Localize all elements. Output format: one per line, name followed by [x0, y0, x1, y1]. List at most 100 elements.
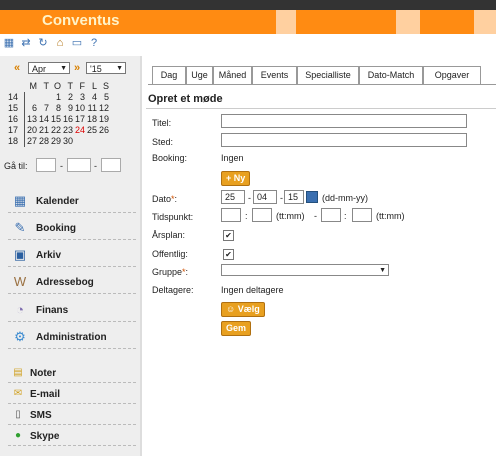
calendar-day[interactable]: 21 — [37, 125, 49, 136]
calendar-day[interactable]: 3 — [73, 92, 85, 103]
calendar-day[interactable]: 28 — [37, 136, 49, 147]
start-hour-input[interactable] — [221, 208, 241, 222]
users-icon: ☺ — [226, 304, 236, 314]
calendar-day[interactable]: 30 — [61, 136, 73, 147]
calendar-day[interactable]: 2 — [61, 92, 73, 103]
calendar-day[interactable]: 29 — [49, 136, 61, 147]
goto-month-input[interactable] — [67, 158, 91, 172]
nav-item-skype[interactable]: ● Skype — [8, 427, 136, 446]
nav-item-adressebog[interactable]: W Adressebog — [8, 271, 136, 294]
calendar-day[interactable]: 12 — [97, 103, 109, 114]
calendar-day[interactable]: 8 — [49, 103, 61, 114]
calendar-day[interactable]: 11 — [85, 103, 97, 114]
calendar-grid-icon[interactable]: ▦ — [2, 36, 16, 50]
tab-uge[interactable]: Uge — [186, 66, 213, 84]
calendar-day[interactable] — [37, 92, 49, 103]
calendar-day[interactable]: 1 — [49, 92, 61, 103]
monitor-icon[interactable]: ▭ — [70, 36, 84, 50]
weekday-label: T — [67, 81, 74, 91]
dato-label: Dato*: — [152, 194, 178, 204]
tab-opgaver[interactable]: Opgaver — [423, 66, 481, 84]
calendar-day[interactable] — [85, 136, 97, 147]
calendar-day[interactable]: 20 — [24, 125, 37, 136]
calendar-day[interactable]: 26 — [97, 125, 109, 136]
calendar-day[interactable]: 6 — [24, 103, 37, 114]
calendar-icon: ▦ — [13, 193, 27, 208]
calendar-day[interactable]: 4 — [85, 92, 97, 103]
nav-item-kalender[interactable]: ▦ Kalender — [8, 190, 136, 213]
calendar-day[interactable] — [24, 92, 37, 103]
datepicker-icon[interactable] — [306, 191, 318, 203]
calendar-day[interactable]: 9 — [61, 103, 73, 114]
calendar-day[interactable]: 5 — [97, 92, 109, 103]
calendar-day[interactable]: 14 — [37, 114, 49, 125]
nav-item-noter[interactable]: ▤ Noter — [8, 364, 136, 383]
calendar-day[interactable]: 25 — [85, 125, 97, 136]
tab-dato-match[interactable]: Dato-Match — [359, 66, 423, 84]
ny-button-label: Ny — [233, 173, 246, 183]
calendar-day-today[interactable]: 24 — [73, 125, 85, 136]
offentlig-checkbox[interactable]: ✔ — [223, 249, 234, 260]
dato-year-input[interactable]: 15 — [284, 190, 304, 204]
next-month-button[interactable]: » — [74, 62, 80, 74]
nav-item-administration[interactable]: ⚙ Administration — [8, 326, 136, 349]
end-hour-input[interactable] — [321, 208, 341, 222]
week-number[interactable]: 14 — [8, 92, 25, 103]
calendar-day[interactable]: 17 — [73, 114, 85, 125]
end-minute-input[interactable] — [352, 208, 372, 222]
calendar-day[interactable]: 23 — [61, 125, 73, 136]
gem-button[interactable]: Gem — [221, 321, 252, 336]
nav-item-sms[interactable]: ▯ SMS — [8, 406, 136, 425]
week-number[interactable]: 18 — [8, 136, 25, 147]
tab-events[interactable]: Events — [252, 66, 297, 84]
sidebar-divider — [140, 56, 142, 456]
calendar-day[interactable] — [73, 136, 85, 147]
aarsplan-checkbox[interactable]: ✔ — [223, 230, 234, 241]
weekday-label: M — [29, 81, 38, 91]
sted-input[interactable] — [221, 133, 467, 147]
required-mark: * — [171, 194, 175, 204]
help-icon[interactable]: ? — [87, 36, 101, 50]
nav-item-arkiv[interactable]: ▣ Arkiv — [8, 244, 136, 267]
calendar-day[interactable]: 19 — [97, 114, 109, 125]
goto-day-input[interactable] — [36, 158, 56, 172]
tab-maaned[interactable]: Måned — [213, 66, 252, 84]
calendar-day[interactable] — [97, 136, 109, 147]
dato-day-input[interactable]: 25 — [221, 190, 245, 204]
weekday-label: F — [79, 81, 86, 91]
calendar-day[interactable]: 15 — [49, 114, 61, 125]
titel-input[interactable] — [221, 114, 467, 128]
calendar-day[interactable]: 16 — [61, 114, 73, 125]
calendar-day[interactable]: 27 — [24, 136, 37, 147]
tab-dag[interactable]: Dag — [152, 66, 186, 84]
week-number[interactable]: 16 — [8, 114, 25, 125]
nav-item-email[interactable]: ✉ E-mail — [8, 385, 136, 404]
refresh-icon[interactable]: ↻ — [36, 36, 50, 50]
goto-label: Gå til: — [4, 161, 28, 171]
dato-month-input[interactable]: 04 — [253, 190, 277, 204]
week-number[interactable]: 17 — [8, 125, 25, 136]
calendar-day[interactable]: 7 — [37, 103, 49, 114]
goto-year-input[interactable] — [101, 158, 121, 172]
calendar-day[interactable]: 18 — [85, 114, 97, 125]
prev-month-button[interactable]: « — [14, 62, 20, 74]
sync-arrows-icon[interactable]: ⇄ — [19, 36, 33, 50]
time-colon: : — [245, 211, 248, 221]
calendar-day[interactable]: 22 — [49, 125, 61, 136]
tab-specialliste[interactable]: Specialliste — [297, 66, 359, 84]
brand-logo[interactable]: Conventus — [42, 12, 120, 29]
header-block — [276, 10, 296, 34]
vaelg-button[interactable]: ☺ Vælg — [221, 302, 265, 317]
ny-button[interactable]: + Ny — [221, 171, 251, 186]
calendar-day[interactable]: 10 — [73, 103, 85, 114]
nav-item-finans[interactable]: ◔ Finans — [8, 299, 136, 322]
home-icon[interactable]: ⌂ — [53, 36, 67, 50]
month-select[interactable]: Apr ▼ — [28, 62, 70, 74]
nav-item-booking[interactable]: ✎ Booking — [8, 217, 136, 240]
gruppe-label-text: Gruppe — [152, 267, 183, 277]
calendar-day[interactable]: 13 — [24, 114, 37, 125]
year-select[interactable]: '15 ▼ — [86, 62, 126, 74]
start-minute-input[interactable] — [252, 208, 272, 222]
week-number[interactable]: 15 — [8, 103, 25, 114]
gruppe-select[interactable]: ▼ — [221, 264, 389, 276]
